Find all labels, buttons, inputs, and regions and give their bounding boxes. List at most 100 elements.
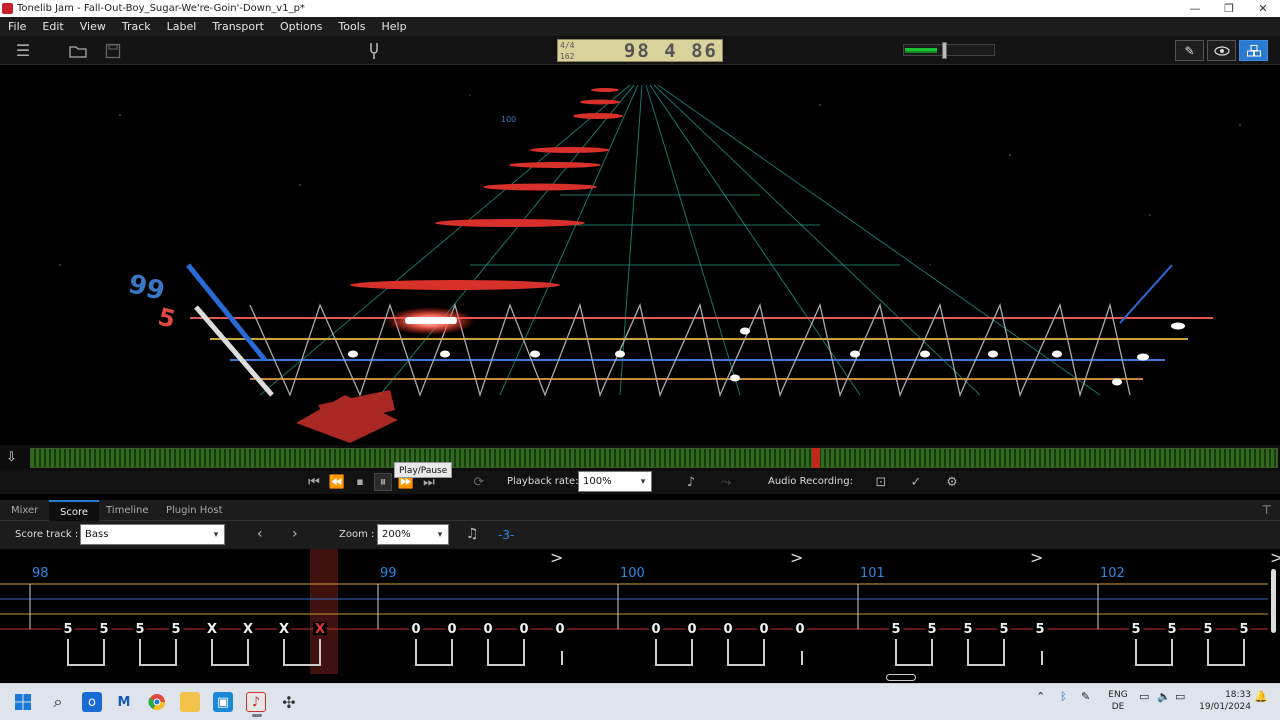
close-button[interactable]: ✕ [1246,0,1280,17]
menu-edit[interactable]: Edit [34,17,71,36]
menu-track[interactable]: Track [114,17,159,36]
tablature-score[interactable]: 98 5 5 5 5 X X X X 99 >0 0 0 0 0 100 >0 0 0 0 0 101 >5 5 5 5 5 102 >… [0,549,1280,682]
accept-check-icon[interactable]: ✓ [907,473,925,491]
network-icon[interactable]: ▭ [1139,690,1149,703]
right-edge-bar [1119,264,1173,324]
fretboard-3d-view[interactable]: 99 100 5 [0,65,1280,445]
tab-note: 5 [135,622,144,637]
pin-panel-icon[interactable]: ⊤ [1262,503,1272,517]
pen-input-icon[interactable]: ✎ [1081,690,1090,703]
tonelib-jam-window: Tonelib Jam - Fall-Out-Boy_Sugar-We're-G… [0,0,1280,720]
play-pause-icon[interactable]: ⏸ [374,473,392,491]
battery-icon[interactable]: ▭ [1175,690,1185,703]
volume-fill-secondary [905,51,937,53]
metronome-icon[interactable]: ♪ [682,473,700,491]
playback-rate-select[interactable]: 100% ▾ [578,471,652,492]
tab-note: 5 [1203,622,1212,637]
bar-label-100: 100 [501,115,516,124]
tonelib-jam-taskbar-icon[interactable]: ♪ [246,692,266,717]
hamburger-menu-icon[interactable]: ☰ [12,41,34,60]
menu-options[interactable]: Options [272,17,330,36]
tab-note: 5 [1131,622,1140,637]
menu-label[interactable]: Label [159,17,205,36]
loop-icon[interactable]: ⟳ [470,473,488,491]
next-track-icon[interactable]: › [292,526,298,542]
accent-mark: > [1270,549,1280,567]
count-in-icon[interactable]: ⤳ [717,473,735,491]
search-icon[interactable]: ⌕ [48,692,68,712]
menu-transport[interactable]: Transport [204,17,272,36]
bluetooth-icon[interactable]: ᛒ [1060,690,1067,703]
save-icon[interactable] [103,41,123,60]
file-explorer-icon[interactable] [180,692,200,712]
accent-mark: > [1030,549,1043,567]
open-folder-icon[interactable] [68,41,88,60]
rewind-icon[interactable]: ⏪ [328,473,346,491]
menu-file[interactable]: File [0,17,34,36]
previous-track-icon[interactable]: ‹ [257,526,263,542]
tab-plugin-host[interactable]: Plugin Host [155,500,234,521]
tuner-fork-icon[interactable] [366,41,382,60]
store-icon[interactable]: ▣ [213,692,233,712]
edit-mode-button[interactable]: ✎ [1175,40,1204,61]
score-vertical-scrollbar[interactable] [1271,569,1276,633]
accent-mark: > [790,549,803,567]
volume-icon[interactable]: 🔈 [1157,690,1171,703]
score-track-select[interactable]: Bass ▾ [80,524,225,545]
tab-score[interactable]: Score [49,500,100,521]
measure-number: 99 [380,566,397,581]
go-to-start-icon[interactable]: ⏮ [305,473,323,491]
record-icon[interactable]: ⊡ [872,473,890,491]
chrome-icon[interactable] [147,692,167,712]
mail-icon[interactable]: M [114,692,134,712]
notifications-icon[interactable]: 🔔 [1254,690,1268,703]
muted-note-marker [296,390,398,443]
volume-knob[interactable] [941,42,947,59]
minimize-button[interactable]: — [1178,0,1212,17]
beam-stem [415,639,453,666]
tab-note: 0 [447,622,456,637]
tab-note: 0 [411,622,420,637]
menu-bar: File Edit View Track Label Transport Opt… [0,17,1280,36]
windows-start-icon[interactable] [13,692,33,712]
score-horizontal-scrollbar[interactable] [886,674,916,681]
tab-timeline[interactable]: Timeline [95,500,160,521]
tab-note: 0 [651,622,660,637]
3d-mode-button[interactable] [1239,40,1268,61]
tab-mixer[interactable]: Mixer [0,500,49,521]
zoom-select[interactable]: 200% ▾ [377,524,449,545]
chevron-down-icon: ▾ [640,476,646,487]
record-settings-icon[interactable]: ⚙ [943,473,961,491]
tab-note: 0 [519,622,528,637]
playhead-marker[interactable] [812,448,820,468]
playback-rate-label: Playback rate: [507,476,579,487]
tab-note: X [315,622,325,637]
volume-slider[interactable] [903,42,995,59]
tab-note: 5 [1167,622,1176,637]
song-overview-strip: ⇩ [0,445,1280,470]
beam-stem [1207,639,1245,666]
menu-help[interactable]: Help [374,17,415,36]
menu-tools[interactable]: Tools [330,17,373,36]
menu-view[interactable]: View [72,17,114,36]
note-icon[interactable]: ♫ [466,526,479,542]
app-wheel-icon[interactable]: ✣ [279,692,299,712]
tab-note: 0 [555,622,564,637]
song-overview-bar[interactable] [30,448,1278,468]
system-clock[interactable]: 18:33 19/01/2024 [1195,689,1251,713]
tab-note: 5 [963,622,972,637]
stop-icon[interactable]: ⏹ [351,473,369,491]
bar-label-99: 99 [125,269,167,307]
show-hidden-icons[interactable]: ⌃ [1036,690,1045,703]
maximize-button[interactable]: ❐ [1212,0,1246,17]
transpose-indicator: -3- [498,528,515,542]
transport-bar: ⏮ ⏪ ⏹ ⏸ ⏩ ⏭ ⟳ Playback rate: 100% ▾ ♪ ⤳ … [0,470,1280,494]
tab-lines [0,583,1268,630]
input-language[interactable]: ENG DE [1106,689,1130,713]
view-mode-button[interactable] [1207,40,1236,61]
outlook-icon[interactable]: o [82,692,102,712]
tab-note: 0 [687,622,696,637]
sort-down-icon[interactable]: ⇩ [6,450,17,465]
note-hit-core [405,317,457,324]
song-position: 98 4 86 [623,40,718,62]
